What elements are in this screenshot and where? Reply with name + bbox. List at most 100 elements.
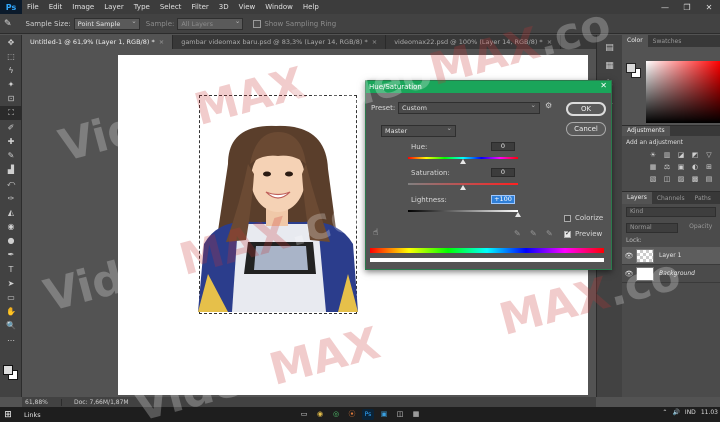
browser-icon[interactable]: ◎ xyxy=(330,409,342,420)
blend-mode-select[interactable]: Normal xyxy=(626,223,679,233)
tab-close-icon[interactable]: × xyxy=(159,38,164,46)
tray-expand-icon[interactable]: ⌃ xyxy=(662,409,667,416)
vibrance-adjustment-icon[interactable]: ▽ xyxy=(704,151,714,160)
tab-color[interactable]: Color xyxy=(622,35,648,47)
photo-filter-adjustment-icon[interactable]: ◐ xyxy=(690,163,700,172)
brightness-adjustment-icon[interactable]: ☀ xyxy=(648,151,658,160)
dodge-tool-icon[interactable]: ◉ xyxy=(0,219,22,233)
visibility-eye-icon[interactable]: 👁 xyxy=(622,252,636,260)
preset-options-gear-icon[interactable]: ⚙ xyxy=(545,101,552,110)
menu-layer[interactable]: Layer xyxy=(99,3,129,11)
gradient-map-adjustment-icon[interactable]: ▩ xyxy=(690,175,700,184)
saturation-value-field[interactable]: 0 xyxy=(491,168,515,177)
hue-saturation-adjustment-icon[interactable]: ▦ xyxy=(648,163,658,172)
lightness-slider-track[interactable] xyxy=(408,210,518,212)
gradient-tool-icon[interactable]: ✑ xyxy=(0,191,22,205)
menu-type[interactable]: Type xyxy=(129,3,155,11)
layer-row-layer-1[interactable]: 👁 Layer 1 xyxy=(622,247,720,265)
marquee-tool-icon[interactable]: ⬚ xyxy=(0,49,22,63)
lightness-slider-thumb[interactable] xyxy=(515,212,521,217)
type-tool-icon[interactable]: T xyxy=(0,262,22,276)
foreground-color-swatch[interactable] xyxy=(3,365,13,375)
input-language[interactable]: IND xyxy=(685,409,696,416)
layer-filter-kind[interactable]: Kind xyxy=(626,207,716,217)
curves-adjustment-icon[interactable]: ◪ xyxy=(676,151,686,160)
tab-close-icon[interactable]: × xyxy=(547,38,552,46)
levels-adjustment-icon[interactable]: ▥ xyxy=(662,151,672,160)
dialog-close-icon[interactable]: ✕ xyxy=(600,81,607,90)
exposure-adjustment-icon[interactable]: ◩ xyxy=(690,151,700,160)
channel-mixer-adjustment-icon[interactable]: ⊞ xyxy=(704,163,714,172)
magic-wand-tool-icon[interactable]: ✦ xyxy=(0,78,22,92)
hue-value-field[interactable]: 0 xyxy=(491,142,515,151)
colorize-checkbox[interactable] xyxy=(564,215,571,222)
menu-image[interactable]: Image xyxy=(67,3,99,11)
zoom-level[interactable]: 61,88% xyxy=(22,398,62,406)
app-icon[interactable]: ⦿ xyxy=(346,409,358,420)
minimize-button[interactable]: — xyxy=(654,0,676,14)
ok-button[interactable]: OK xyxy=(566,102,606,116)
tab-channels[interactable]: Channels xyxy=(652,195,690,202)
layer-name[interactable]: Layer 1 xyxy=(659,252,681,259)
visibility-eye-icon[interactable]: 👁 xyxy=(622,270,636,278)
eyedropper-minus-icon[interactable]: ✎ xyxy=(546,229,553,238)
tab-layers[interactable]: Layers xyxy=(622,192,652,204)
tab-videomax22[interactable]: videomax22.psd @ 100% (Layer 14, RGB/8) … xyxy=(386,35,562,49)
chrome-icon[interactable]: ◉ xyxy=(314,409,326,420)
layer-name[interactable]: Background xyxy=(659,270,695,277)
selective-color-adjustment-icon[interactable]: ▤ xyxy=(704,175,714,184)
threshold-adjustment-icon[interactable]: ▨ xyxy=(676,175,686,184)
show-sampling-ring-checkbox[interactable] xyxy=(253,19,262,28)
tab-gambar-videomax[interactable]: gambar videomax baru.psd @ 83,3% (Layer … xyxy=(173,35,387,49)
move-tool-icon[interactable]: ✥ xyxy=(0,35,22,49)
tab-swatches[interactable]: Swatches xyxy=(648,38,687,45)
brush-tool-icon[interactable]: ✚ xyxy=(0,134,22,148)
invert-adjustment-icon[interactable]: ▧ xyxy=(648,175,658,184)
app-icon[interactable]: ◫ xyxy=(394,409,406,420)
eyedropper-tool-icon[interactable]: ✎ xyxy=(4,19,12,29)
clock[interactable]: 11.03 xyxy=(701,409,718,416)
sponge-tool-icon[interactable]: ● xyxy=(0,234,22,248)
tab-adjustments[interactable]: Adjustments xyxy=(622,126,670,136)
dialog-title-bar[interactable]: Hue/Saturation ✕ xyxy=(366,81,611,93)
color-panel-foreground[interactable] xyxy=(626,63,636,73)
hand-adjust-icon[interactable]: ☝ xyxy=(373,228,378,238)
hand-tool-icon[interactable]: ✋ xyxy=(0,305,22,319)
menu-3d[interactable]: 3D xyxy=(214,3,234,11)
tab-untitled-1[interactable]: Untitled-1 @ 61,9% (Layer 1, RGB/8) * × xyxy=(22,35,174,49)
menu-help[interactable]: Help xyxy=(298,3,324,11)
menu-view[interactable]: View xyxy=(234,3,261,11)
document-size[interactable]: Doc: 7,66M/1,87M xyxy=(62,399,129,406)
eyedropper-icon[interactable]: ✎ xyxy=(514,229,521,238)
menu-filter[interactable]: Filter xyxy=(186,3,213,11)
hue-slider-thumb[interactable] xyxy=(460,159,466,164)
healing-brush-tool-icon[interactable]: ✐ xyxy=(0,120,22,134)
sample-select[interactable]: All Layers xyxy=(177,16,244,30)
pen-tool-icon[interactable]: ✒ xyxy=(0,248,22,262)
rectangle-tool-icon[interactable]: ▭ xyxy=(0,290,22,304)
restore-button[interactable]: ❐ xyxy=(676,0,698,14)
saturation-slider-thumb[interactable] xyxy=(460,185,466,190)
volume-icon[interactable]: 🔊 xyxy=(672,409,679,416)
menu-window[interactable]: Window xyxy=(260,3,298,11)
properties-panel-icon[interactable]: ▦ xyxy=(597,61,622,79)
channel-select[interactable]: Master xyxy=(381,123,456,137)
crop-tool-icon[interactable]: ⊡ xyxy=(0,92,22,106)
menu-edit[interactable]: Edit xyxy=(44,3,68,11)
task-view-icon[interactable]: ▭ xyxy=(298,409,310,420)
history-panel-icon[interactable]: ▤ xyxy=(597,43,622,61)
sample-size-select[interactable]: Point Sample xyxy=(73,16,140,30)
layer-row-background[interactable]: 👁 Background xyxy=(622,265,720,283)
cancel-button[interactable]: Cancel xyxy=(566,122,606,136)
close-window-button[interactable]: ✕ xyxy=(698,0,720,14)
preset-select[interactable]: Custom xyxy=(398,100,540,114)
color-swatches[interactable] xyxy=(3,365,19,381)
links-toolbar[interactable]: Links xyxy=(24,411,41,419)
color-picker-field[interactable] xyxy=(646,61,720,123)
lightness-value-field[interactable]: +100 xyxy=(491,195,515,204)
eyedropper-tool-icon[interactable]: ⛶ xyxy=(0,105,22,121)
menu-select[interactable]: Select xyxy=(155,3,187,11)
eyedropper-plus-icon[interactable]: ✎ xyxy=(530,229,537,238)
path-selection-tool-icon[interactable]: ➤ xyxy=(0,276,22,290)
app-icon[interactable]: ▦ xyxy=(410,409,422,420)
